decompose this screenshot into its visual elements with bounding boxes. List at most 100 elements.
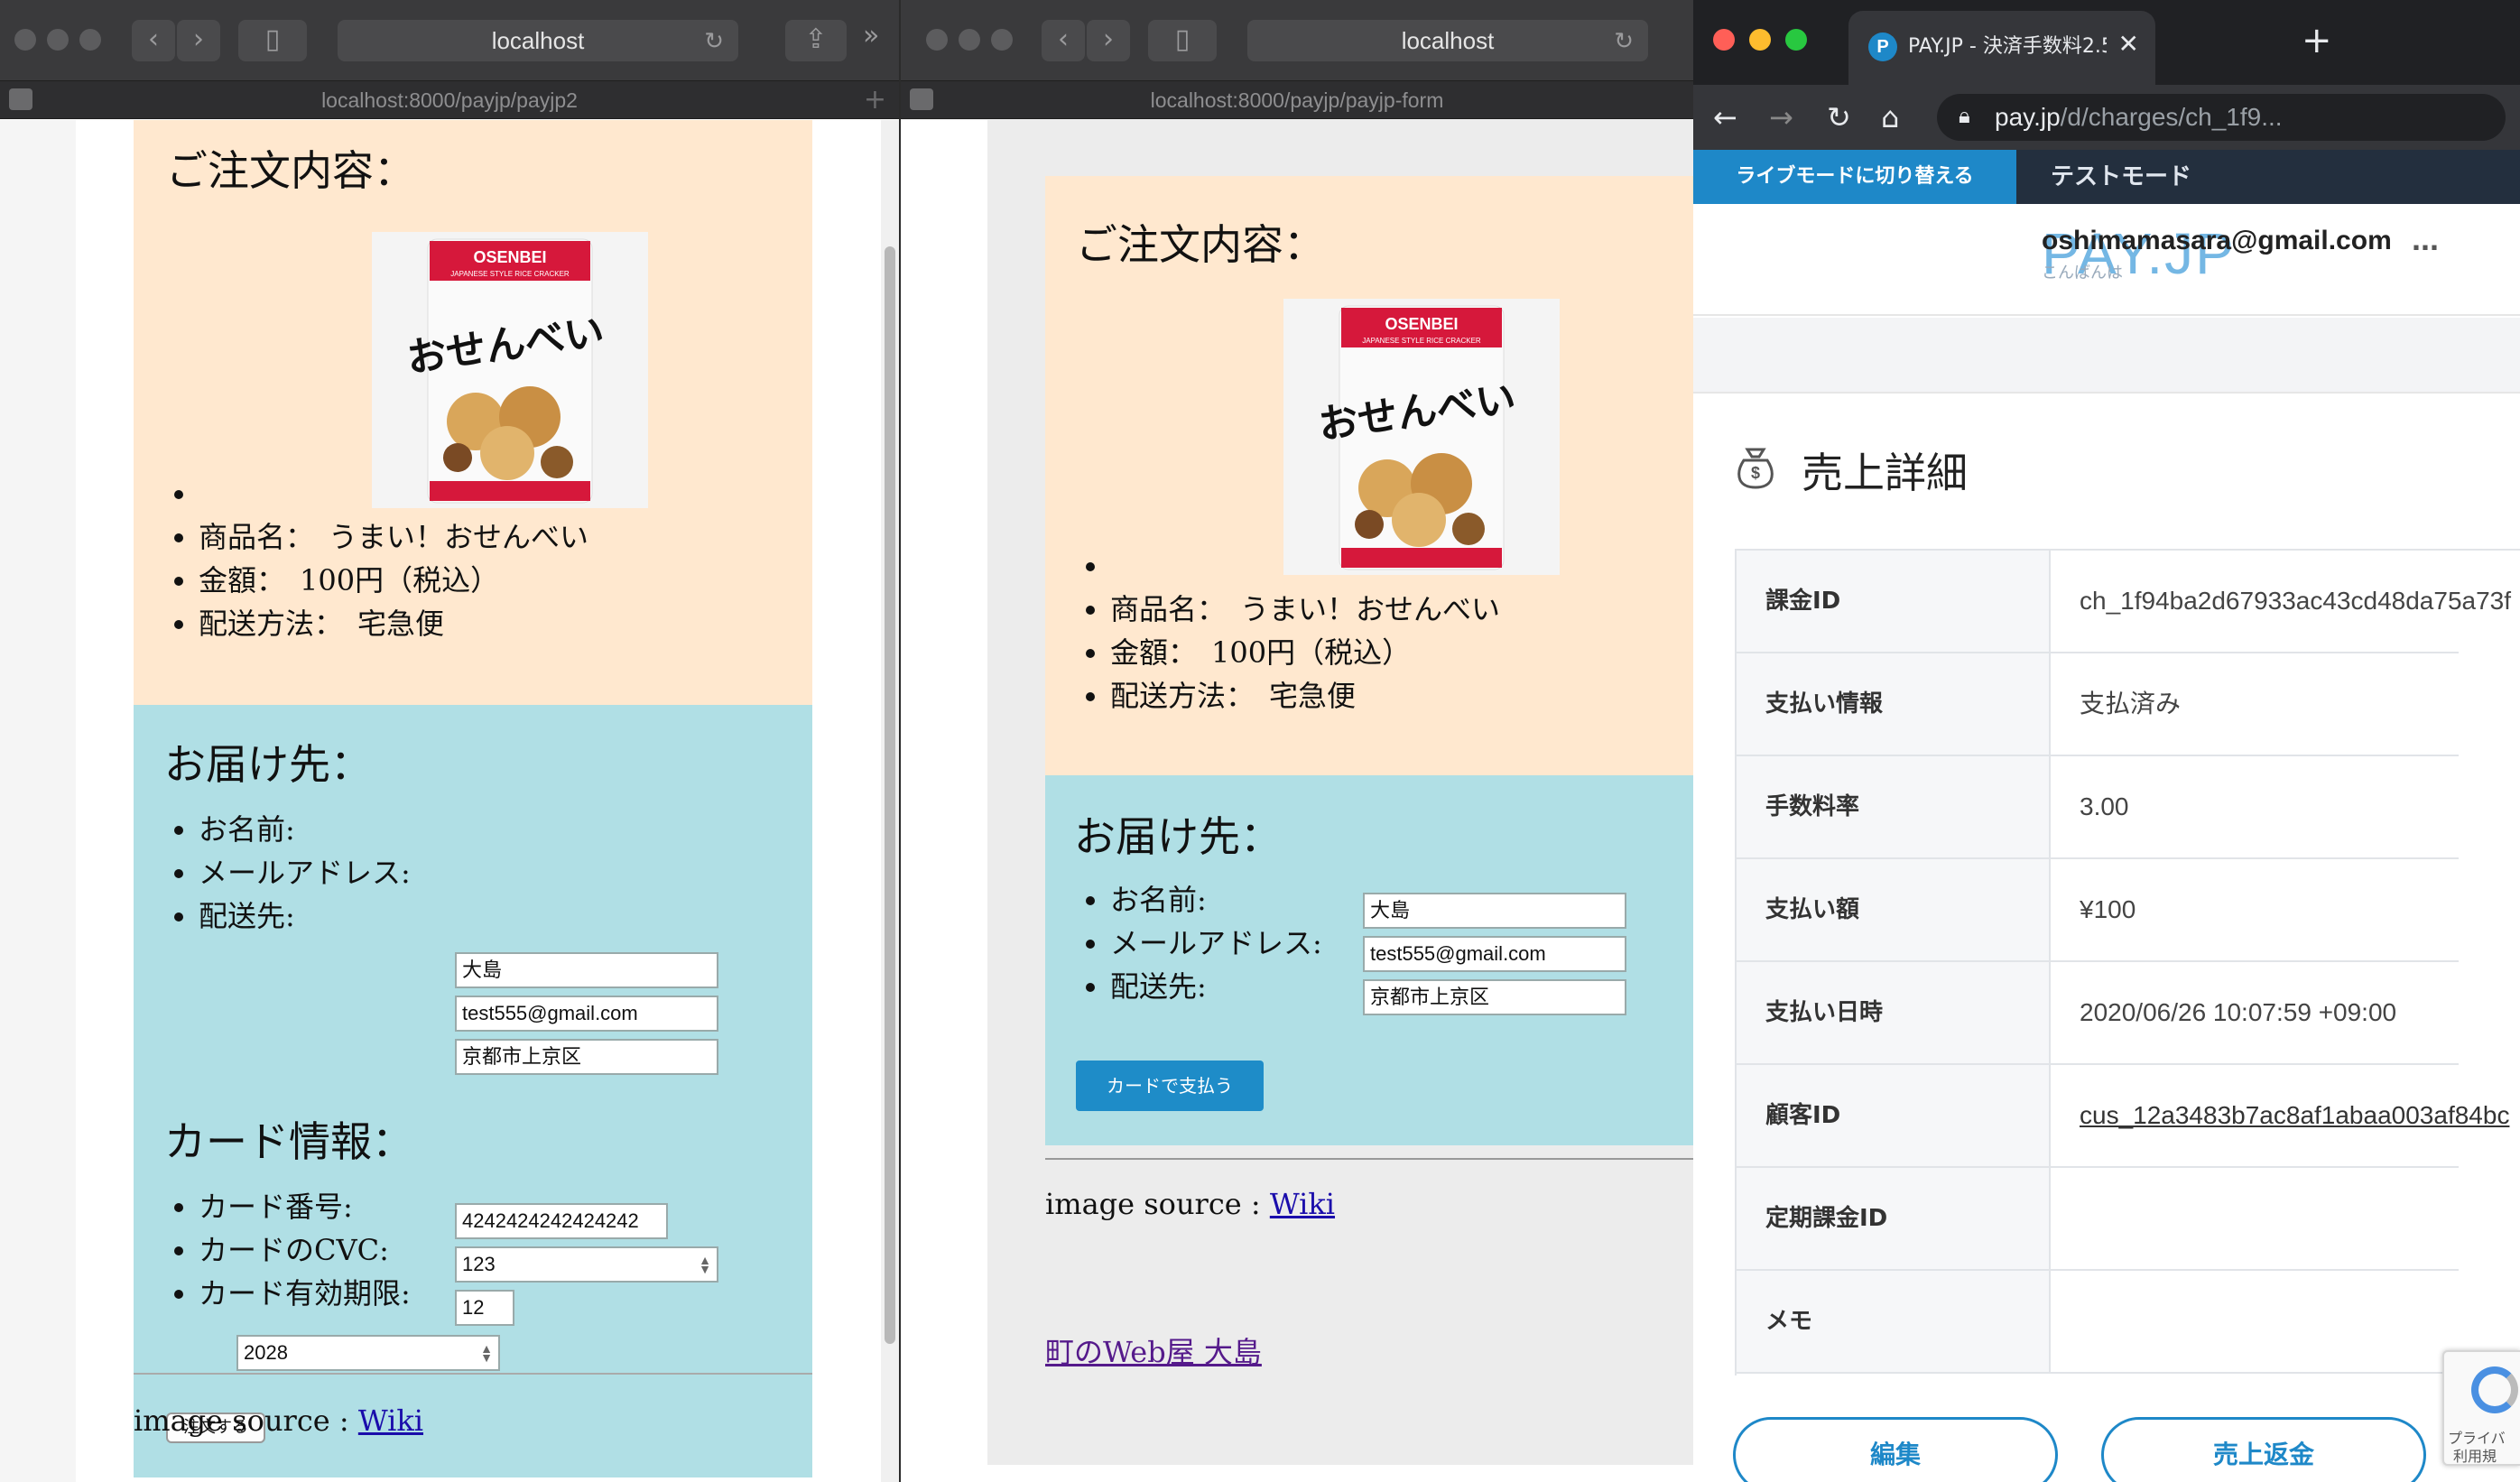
page-viewport: ご注文内容： OSENBEI JAPANESE STYLE RICE CRACK… [0,120,881,1482]
list-item: 配送方法： 宅急便 [1110,674,1500,718]
email-field[interactable]: test555@gmail.com [455,996,718,1032]
row-label: 支払い日時 [1737,962,2051,1063]
overflow-chevron-icon[interactable]: » [863,20,879,51]
back-arrow-icon[interactable]: ← [1713,85,1737,150]
expiry-year-field[interactable]: 2028 ▲ ▼ [236,1335,500,1371]
image-source: image source : Wiki [134,1403,423,1438]
new-tab-icon[interactable]: + [864,81,886,119]
reload-icon[interactable]: ↻ [704,20,724,61]
product-image: OSENBEI JAPANESE STYLE RICE CRACKER おせんべ… [372,232,648,508]
back-button[interactable]: ‹ [132,20,175,61]
row-label: メモ [1737,1271,2051,1372]
money-bag-icon: $ [1731,442,1780,495]
detail-table: 課金ID ch_1f94ba2d67933ac43cd48da75a73f 支払い… [1735,549,2520,1375]
forward-button[interactable]: › [177,20,220,61]
close-tab-icon[interactable]: ✕ [2118,29,2139,59]
address-bar[interactable]: localhost ↻ [1247,20,1648,61]
image-source-label: image source : [134,1403,358,1438]
safari-window-2: ‹ › ▯ localhost ↻ localhost:8000/payjp/p… [901,0,1693,1482]
wiki-link[interactable]: Wiki [358,1403,423,1438]
delivery-heading: お届け先： [164,740,372,789]
order-list: 商品名： うまい！おせんべい 金額： 100円（税込） 配送方法： 宅急便 [199,472,588,645]
item-label: 商品名： [199,520,301,554]
item-label: 金額： [1110,635,1183,670]
row-label: 課金ID [1737,551,2051,652]
minimize-dot[interactable] [1749,29,1771,51]
item-label: 商品名： [1110,592,1212,626]
forward-button[interactable]: › [1087,20,1130,61]
row-value: 支払済み [2080,690,2182,718]
recaptcha-badge[interactable]: プライバ 利用規 [2442,1350,2520,1466]
chrome-tabstrip: P PAY.JP - 決済手数料2.59% クレ ✕ + [1693,0,2520,85]
name-field[interactable]: 大島 [1363,893,1626,929]
customer-id-link[interactable]: cus_12a3483b7ac8af1abaa003af84bc [2080,1065,2509,1166]
address-bar[interactable]: localhost ↻ [338,20,738,61]
image-source-label: image source : [1045,1187,1270,1221]
product-brand: OSENBEI [473,248,546,266]
tab-url[interactable]: localhost:8000/payjp/payjp2 [0,81,899,119]
address-field[interactable]: 京都市上京区 [455,1039,718,1075]
zoom-dot[interactable] [79,29,101,51]
chevron-left-icon: ‹ [1058,23,1069,55]
scrollbar-thumb[interactable] [885,246,895,1344]
email-field[interactable]: test555@gmail.com [1363,936,1626,972]
safari-tabbar: localhost:8000/payjp/payjp-form [901,81,1693,119]
address-field[interactable]: 京都市上京区 [1363,979,1626,1015]
name-field[interactable]: 大島 [455,952,718,988]
refund-button[interactable]: 売上返金 [2101,1417,2426,1482]
live-mode-button[interactable]: ライブモードに切り替える [1693,150,2016,204]
test-mode-label[interactable]: テストモード [2051,150,2191,204]
reload-icon[interactable]: ↻ [1827,85,1851,150]
url-text: pay.jp/d/charges/ch_1f9... [1995,94,2283,141]
back-button[interactable]: ‹ [1042,20,1085,61]
reload-icon[interactable]: ↻ [1614,20,1634,61]
address-text: localhost [491,27,585,54]
omnibox[interactable]: 🔒︎ pay.jp/d/charges/ch_1f9... [1937,94,2506,141]
user-email[interactable]: oshimamasara@gmail.com [2042,226,2392,256]
zoom-dot[interactable] [1785,29,1807,51]
stepper-icon[interactable]: ▲ ▼ [699,1254,711,1275]
share-button[interactable]: ⇪ [785,20,847,61]
tab-url[interactable]: localhost:8000/payjp/payjp-form [901,81,1693,119]
row-label: 支払い額 [1737,859,2051,960]
list-item: メールアドレス: [199,851,411,894]
recaptcha-terms[interactable]: 利用規 [2453,1444,2497,1466]
minimize-dot[interactable] [47,29,69,51]
new-tab-icon[interactable]: + [2302,20,2332,61]
close-dot[interactable] [926,29,948,51]
list-item: カード番号: [199,1185,411,1228]
more-menu-icon[interactable]: ... [2412,220,2439,258]
list-item: 配送方法： 宅急便 [199,602,588,645]
home-icon[interactable]: ⌂ [1881,85,1899,150]
delivery-heading: お届け先： [1074,812,1282,861]
tab-title: PAY.JP - 決済手数料2.59% クレ [1908,35,2107,58]
item-value: 宅急便 [1269,679,1357,713]
card-number-field[interactable]: 4242424242424242 [455,1203,668,1239]
stepper-icon[interactable]: ▲ ▼ [480,1342,493,1364]
forward-arrow-icon[interactable]: → [1769,85,1793,150]
cvc-value: 123 [462,1253,496,1275]
edit-button[interactable]: 編集 [1733,1417,2058,1482]
list-item: お名前: [1110,878,1322,922]
chevron-right-icon: › [1103,23,1114,55]
tab-payjp[interactable]: P PAY.JP - 決済手数料2.59% クレ ✕ [1848,11,2155,85]
list-item [1110,544,1500,588]
expiry-year-value: 2028 [244,1341,288,1364]
close-dot[interactable] [14,29,36,51]
product-image: OSENBEI JAPANESE STYLE RICE CRACKER おせんべ… [1283,299,1560,575]
chrome-toolbar: ← → ↻ ⌂ 🔒︎ pay.jp/d/charges/ch_1f9... [1693,85,2520,150]
item-value: うまい！おせんべい [1240,592,1501,626]
minimize-dot[interactable] [959,29,980,51]
sidebar-button[interactable]: ▯ [238,20,307,61]
expiry-month-field[interactable]: 12 [455,1290,514,1326]
zoom-dot[interactable] [991,29,1013,51]
row-label: 定期課金ID [1737,1168,2051,1269]
sidebar-button[interactable]: ▯ [1148,20,1217,61]
wiki-link[interactable]: Wiki [1270,1187,1335,1221]
pay-with-card-button[interactable]: カードで支払う [1076,1061,1264,1111]
card-cvc-field[interactable]: 123 ▲ ▼ [455,1246,718,1283]
footer-link[interactable]: 町のWeb屋 大島 [1045,1329,1262,1371]
table-row: メモ [1737,1271,2459,1374]
close-dot[interactable] [1713,29,1735,51]
order-heading: ご注文内容： [1076,220,1325,269]
